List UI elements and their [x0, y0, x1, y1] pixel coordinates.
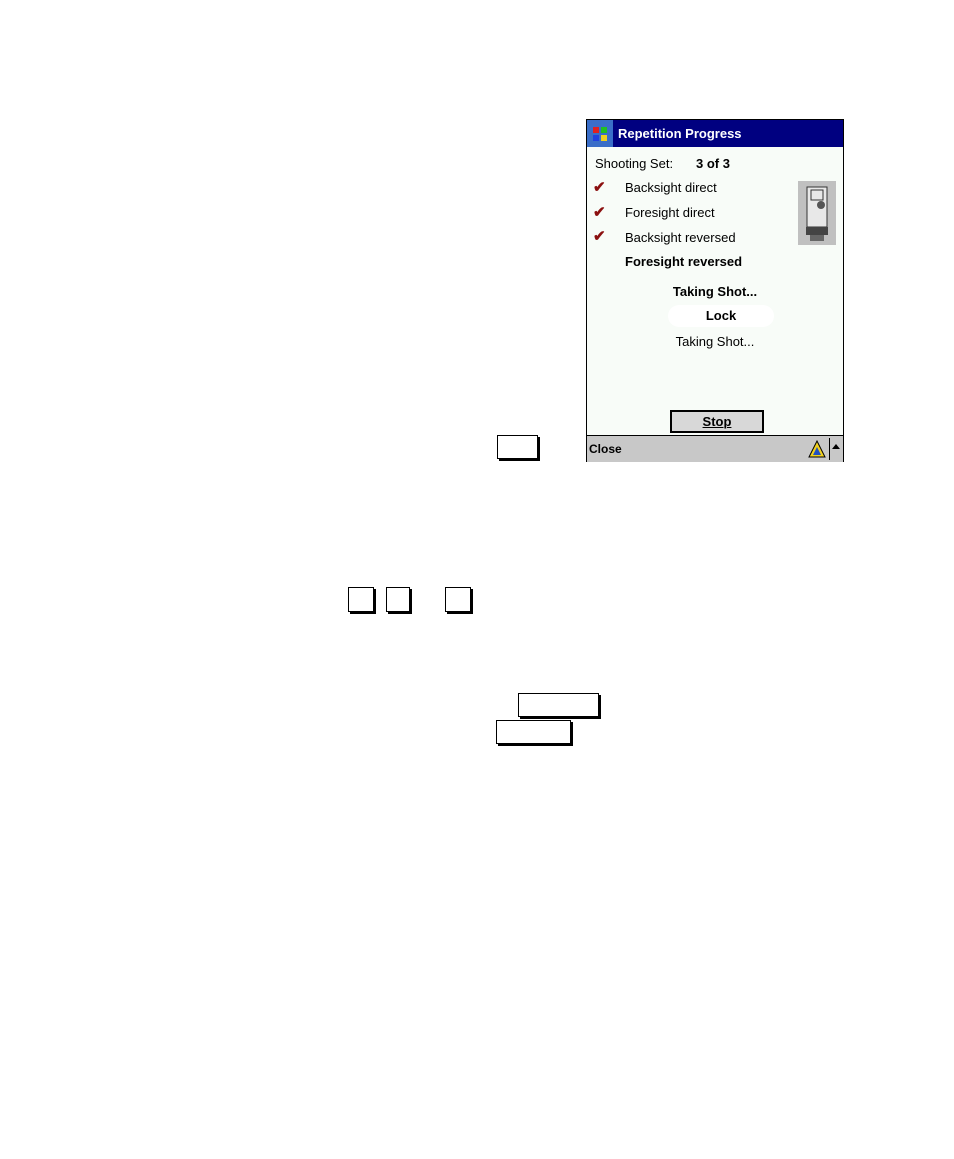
check-icon: ✔ — [593, 228, 606, 245]
lock-indicator: Lock — [668, 305, 774, 327]
step-label: Backsight reversed — [625, 230, 736, 245]
key-box — [518, 693, 599, 717]
window-title: Repetition Progress — [618, 126, 742, 141]
key-box — [497, 435, 538, 459]
check-icon: ✔ — [593, 179, 606, 196]
command-bar: Close — [587, 435, 843, 462]
close-button[interactable]: Close — [589, 442, 622, 456]
shooting-set-value: 3 of 3 — [696, 156, 730, 171]
status-text: Taking Shot... — [675, 334, 755, 349]
key-box — [445, 587, 471, 612]
survey-status-icon[interactable] — [808, 439, 826, 461]
repetition-progress-window: Repetition Progress Shooting Set: 3 of 3… — [586, 119, 844, 462]
shooting-set-label: Shooting Set: — [595, 156, 674, 171]
start-menu-icon[interactable] — [587, 120, 613, 147]
check-icon: ✔ — [593, 204, 606, 221]
status-heading: Taking Shot... — [672, 284, 758, 299]
stop-button[interactable]: Stop — [670, 410, 764, 433]
title-bar: Repetition Progress — [587, 120, 843, 147]
key-box — [386, 587, 410, 612]
step-label-current: Foresight reversed — [625, 254, 743, 269]
divider — [829, 438, 830, 460]
key-box — [496, 720, 571, 744]
step-label: Foresight direct — [625, 205, 715, 220]
key-box — [348, 587, 374, 612]
total-station-icon — [798, 181, 836, 245]
sip-up-arrow-icon[interactable] — [832, 444, 840, 449]
step-label: Backsight direct — [625, 180, 717, 195]
